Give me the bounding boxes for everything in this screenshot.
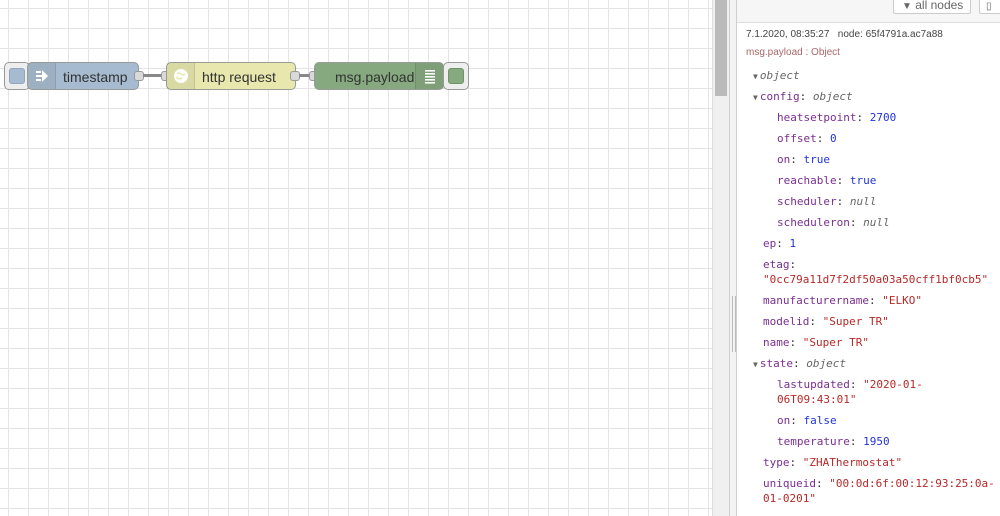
- key: heatsetpoint: [777, 111, 857, 124]
- tree-row: on: false: [777, 414, 837, 427]
- key: etag: [763, 258, 790, 271]
- value: null: [849, 195, 877, 208]
- workspace-scrollbar[interactable]: [712, 0, 729, 516]
- value: 0: [830, 132, 837, 145]
- node-timestamp[interactable]: timestamp: [27, 62, 139, 90]
- node-label: msg.payload: [335, 69, 415, 85]
- key: scheduler: [777, 195, 837, 208]
- tree-row-state[interactable]: ▼ state: object: [753, 356, 846, 372]
- debug-toggle-button[interactable]: [443, 62, 469, 90]
- node-label: timestamp: [63, 69, 128, 85]
- tree-row: etag:: [763, 258, 797, 271]
- type-label: object: [759, 69, 800, 82]
- key: reachable: [777, 174, 837, 187]
- tree-row: manufacturername: "ELKO": [763, 294, 922, 307]
- value: null: [863, 216, 890, 229]
- debug-toolbar: ▼ all nodes ▯: [737, 0, 1000, 23]
- globe-icon: [167, 63, 195, 89]
- sidebar-separator[interactable]: [729, 0, 737, 516]
- key: config: [759, 90, 800, 103]
- node-label: http request: [202, 69, 276, 85]
- tree-row: offset: 0: [777, 132, 837, 145]
- scrollbar-thumb[interactable]: [715, 0, 727, 96]
- tree-row: temperature: 1950: [777, 435, 890, 448]
- tree-row: type: "ZHAThermostat": [763, 456, 903, 469]
- value: 2700: [869, 111, 897, 124]
- tree-row: heatsetpoint: 2700: [777, 111, 897, 124]
- tree-row: scheduleron: null: [777, 216, 890, 229]
- clear-log-button[interactable]: ▯: [979, 0, 1000, 14]
- value: false: [803, 414, 837, 427]
- value: true: [803, 153, 831, 166]
- value: "0cc79a11d7f2df50a03a50cff1bf0cb5": [763, 273, 989, 286]
- inject-arrow-icon: [28, 63, 56, 89]
- message-meta: 7.1.2020, 08:35:27 node: 65f4791a.ac7a88: [746, 29, 943, 40]
- node-debug[interactable]: msg.payload: [314, 62, 444, 90]
- message-topic: msg.payload : Object: [746, 47, 840, 58]
- type-label: object: [806, 357, 846, 370]
- value: "00:0d:6f:00:12:93:25:0a-: [829, 477, 995, 490]
- tree-row: uniqueid: "00:0d:6f:00:12:93:25:0a-: [763, 477, 995, 490]
- filter-all-nodes-button[interactable]: ▼ all nodes: [893, 0, 971, 14]
- value: 1: [789, 237, 797, 250]
- key: ep: [763, 237, 777, 250]
- tree-row: reachable: true: [777, 174, 877, 187]
- tree-row-config[interactable]: ▼ config: object: [753, 89, 853, 105]
- debug-toggle-face: [448, 68, 464, 84]
- tree-row-wrap: "0cc79a11d7f2df50a03a50cff1bf0cb5": [763, 272, 988, 287]
- value: true: [849, 174, 877, 187]
- node-http-request[interactable]: http request: [166, 62, 296, 90]
- flow-canvas[interactable]: timestamp http request msg.payload: [0, 0, 712, 516]
- key: name: [763, 336, 790, 349]
- trash-icon: ▯: [986, 1, 992, 12]
- key: temperature: [777, 435, 850, 448]
- separator-grip: [732, 296, 736, 352]
- caret-down-icon: ▼: [753, 93, 758, 102]
- value: "2020-01-: [863, 378, 923, 391]
- key: type: [763, 456, 790, 469]
- value: 1950: [863, 435, 890, 448]
- tree-row: modelid: "Super TR": [763, 315, 889, 328]
- key: offset: [777, 132, 817, 145]
- value: "ELKO": [882, 294, 922, 307]
- key: manufacturername: [763, 294, 869, 307]
- value: 06T09:43:01": [777, 393, 857, 406]
- tree-row: lastupdated: "2020-01-: [777, 378, 923, 391]
- tree-row: on: true: [777, 153, 831, 166]
- message-node-link[interactable]: node: 65f4791a.ac7a88: [838, 29, 943, 40]
- filter-icon: ▼: [902, 1, 912, 12]
- key: on: [777, 414, 791, 427]
- tree-row: ep: 1: [763, 237, 797, 250]
- key: state: [759, 357, 793, 370]
- key: lastupdated: [777, 378, 850, 391]
- value: "ZHAThermostat": [802, 456, 903, 469]
- inject-button-face: [9, 68, 25, 84]
- tree-row-wrap: 06T09:43:01": [777, 392, 856, 407]
- key: uniqueid: [763, 477, 816, 490]
- value: "Super TR": [802, 336, 869, 349]
- key: scheduleron: [777, 216, 850, 229]
- debug-list-icon: [415, 63, 443, 89]
- key: on: [777, 153, 791, 166]
- type-label: object: [812, 90, 853, 103]
- tree-row-wrap: 01-0201": [763, 491, 816, 506]
- key: modelid: [763, 315, 810, 328]
- debug-sidebar: ▼ all nodes ▯ 7.1.2020, 08:35:27 node: 6…: [737, 0, 1000, 516]
- message-timestamp: 7.1.2020, 08:35:27: [746, 29, 830, 40]
- value: "Super TR": [822, 315, 889, 328]
- tree-root[interactable]: ▼ object: [753, 68, 800, 84]
- caret-down-icon: ▼: [753, 72, 758, 81]
- value: 01-0201": [763, 492, 816, 505]
- tree-row: scheduler: null: [777, 195, 877, 208]
- filter-label: all nodes: [915, 0, 964, 12]
- tree-row: name: "Super TR": [763, 336, 869, 349]
- caret-down-icon: ▼: [753, 360, 758, 369]
